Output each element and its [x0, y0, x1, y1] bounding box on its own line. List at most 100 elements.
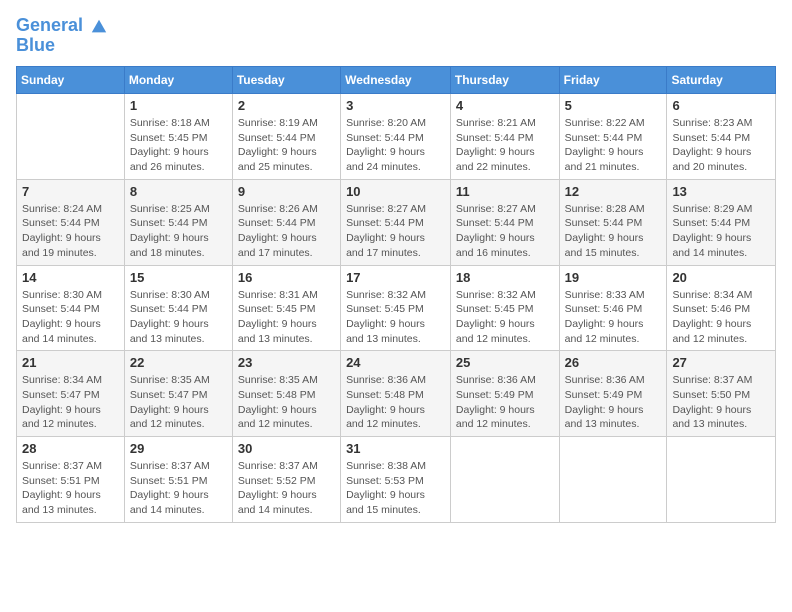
day-number: 8 — [130, 184, 227, 199]
day-info: Sunrise: 8:38 AM Sunset: 5:53 PM Dayligh… — [346, 459, 445, 518]
calendar-cell — [17, 94, 125, 180]
calendar-week-3: 14 Sunrise: 8:30 AM Sunset: 5:44 PM Dayli… — [17, 265, 776, 351]
day-number: 12 — [565, 184, 662, 199]
calendar-header-row: SundayMondayTuesdayWednesdayThursdayFrid… — [17, 67, 776, 94]
day-number: 13 — [672, 184, 770, 199]
calendar-cell: 15 Sunrise: 8:30 AM Sunset: 5:44 PM Dayli… — [124, 265, 232, 351]
day-info: Sunrise: 8:20 AM Sunset: 5:44 PM Dayligh… — [346, 116, 445, 175]
calendar-week-5: 28 Sunrise: 8:37 AM Sunset: 5:51 PM Dayli… — [17, 437, 776, 523]
day-info: Sunrise: 8:27 AM Sunset: 5:44 PM Dayligh… — [346, 202, 445, 261]
day-info: Sunrise: 8:26 AM Sunset: 5:44 PM Dayligh… — [238, 202, 335, 261]
day-info: Sunrise: 8:32 AM Sunset: 5:45 PM Dayligh… — [456, 288, 554, 347]
calendar-cell: 22 Sunrise: 8:35 AM Sunset: 5:47 PM Dayli… — [124, 351, 232, 437]
calendar-cell: 26Sunrise: 8:36 AM Sunset: 5:49 PM Dayli… — [559, 351, 667, 437]
day-number: 3 — [346, 98, 445, 113]
day-number: 7 — [22, 184, 119, 199]
calendar-cell — [667, 437, 776, 523]
day-number: 28 — [22, 441, 119, 456]
day-info: Sunrise: 8:34 AM Sunset: 5:46 PM Dayligh… — [672, 288, 770, 347]
day-number: 30 — [238, 441, 335, 456]
day-info: Sunrise: 8:29 AM Sunset: 5:44 PM Dayligh… — [672, 202, 770, 261]
calendar-cell: 31 Sunrise: 8:38 AM Sunset: 5:53 PM Dayli… — [341, 437, 451, 523]
day-info: Sunrise: 8:36 AM Sunset: 5:49 PM Dayligh… — [456, 373, 554, 432]
calendar-week-2: 7 Sunrise: 8:24 AM Sunset: 5:44 PM Daylig… — [17, 179, 776, 265]
calendar-cell: 30 Sunrise: 8:37 AM Sunset: 5:52 PM Dayli… — [232, 437, 340, 523]
day-number: 5 — [565, 98, 662, 113]
logo-text-blue: Blue — [16, 36, 108, 56]
day-number: 21 — [22, 355, 119, 370]
day-number: 23 — [238, 355, 335, 370]
calendar-cell — [559, 437, 667, 523]
day-info: Sunrise: 8:33 AM Sunset: 5:46 PM Dayligh… — [565, 288, 662, 347]
day-number: 14 — [22, 270, 119, 285]
day-info: Sunrise: 8:34 AM Sunset: 5:47 PM Dayligh… — [22, 373, 119, 432]
day-info: Sunrise: 8:35 AM Sunset: 5:47 PM Dayligh… — [130, 373, 227, 432]
calendar-cell: 6 Sunrise: 8:23 AM Sunset: 5:44 PM Daylig… — [667, 94, 776, 180]
column-header-saturday: Saturday — [667, 67, 776, 94]
calendar-body: 1 Sunrise: 8:18 AM Sunset: 5:45 PM Daylig… — [17, 94, 776, 523]
day-info: Sunrise: 8:30 AM Sunset: 5:44 PM Dayligh… — [130, 288, 227, 347]
day-info: Sunrise: 8:37 AM Sunset: 5:51 PM Dayligh… — [130, 459, 227, 518]
day-number: 20 — [672, 270, 770, 285]
column-header-thursday: Thursday — [450, 67, 559, 94]
day-number: 4 — [456, 98, 554, 113]
calendar-cell: 3 Sunrise: 8:20 AM Sunset: 5:44 PM Daylig… — [341, 94, 451, 180]
day-number: 25 — [456, 355, 554, 370]
day-number: 15 — [130, 270, 227, 285]
day-number: 6 — [672, 98, 770, 113]
day-info: Sunrise: 8:27 AM Sunset: 5:44 PM Dayligh… — [456, 202, 554, 261]
calendar-cell: 5 Sunrise: 8:22 AM Sunset: 5:44 PM Daylig… — [559, 94, 667, 180]
page-container: General Blue SundayMondayTuesdayWednesda… — [16, 16, 776, 523]
calendar-cell: 7 Sunrise: 8:24 AM Sunset: 5:44 PM Daylig… — [17, 179, 125, 265]
day-info: Sunrise: 8:22 AM Sunset: 5:44 PM Dayligh… — [565, 116, 662, 175]
day-number: 9 — [238, 184, 335, 199]
column-header-sunday: Sunday — [17, 67, 125, 94]
calendar-cell: 24Sunrise: 8:36 AM Sunset: 5:48 PM Dayli… — [341, 351, 451, 437]
day-info: Sunrise: 8:35 AM Sunset: 5:48 PM Dayligh… — [238, 373, 335, 432]
day-number: 22 — [130, 355, 227, 370]
column-header-wednesday: Wednesday — [341, 67, 451, 94]
day-info: Sunrise: 8:28 AM Sunset: 5:44 PM Dayligh… — [565, 202, 662, 261]
day-number: 29 — [130, 441, 227, 456]
calendar-cell: 20 Sunrise: 8:34 AM Sunset: 5:46 PM Dayli… — [667, 265, 776, 351]
day-info: Sunrise: 8:24 AM Sunset: 5:44 PM Dayligh… — [22, 202, 119, 261]
logo-text: General — [16, 16, 108, 36]
column-header-monday: Monday — [124, 67, 232, 94]
day-info: Sunrise: 8:36 AM Sunset: 5:48 PM Dayligh… — [346, 373, 445, 432]
calendar-cell: 17Sunrise: 8:32 AM Sunset: 5:45 PM Dayli… — [341, 265, 451, 351]
day-number: 19 — [565, 270, 662, 285]
day-number: 26 — [565, 355, 662, 370]
day-info: Sunrise: 8:19 AM Sunset: 5:44 PM Dayligh… — [238, 116, 335, 175]
calendar-cell — [450, 437, 559, 523]
calendar-cell: 19 Sunrise: 8:33 AM Sunset: 5:46 PM Dayli… — [559, 265, 667, 351]
day-info: Sunrise: 8:32 AM Sunset: 5:45 PM Dayligh… — [346, 288, 445, 347]
calendar-cell: 18 Sunrise: 8:32 AM Sunset: 5:45 PM Dayli… — [450, 265, 559, 351]
calendar-cell: 8 Sunrise: 8:25 AM Sunset: 5:44 PM Daylig… — [124, 179, 232, 265]
day-info: Sunrise: 8:37 AM Sunset: 5:52 PM Dayligh… — [238, 459, 335, 518]
calendar-cell: 21 Sunrise: 8:34 AM Sunset: 5:47 PM Dayli… — [17, 351, 125, 437]
calendar-cell: 10 Sunrise: 8:27 AM Sunset: 5:44 PM Dayli… — [341, 179, 451, 265]
column-header-tuesday: Tuesday — [232, 67, 340, 94]
day-number: 31 — [346, 441, 445, 456]
calendar-cell: 13 Sunrise: 8:29 AM Sunset: 5:44 PM Dayli… — [667, 179, 776, 265]
calendar-cell: 27Sunrise: 8:37 AM Sunset: 5:50 PM Dayli… — [667, 351, 776, 437]
calendar-cell: 16 Sunrise: 8:31 AM Sunset: 5:45 PM Dayli… — [232, 265, 340, 351]
calendar-cell: 25 Sunrise: 8:36 AM Sunset: 5:49 PM Dayli… — [450, 351, 559, 437]
logo: General Blue — [16, 16, 108, 56]
day-info: Sunrise: 8:23 AM Sunset: 5:44 PM Dayligh… — [672, 116, 770, 175]
calendar-table: SundayMondayTuesdayWednesdayThursdayFrid… — [16, 66, 776, 523]
day-number: 18 — [456, 270, 554, 285]
day-number: 2 — [238, 98, 335, 113]
day-info: Sunrise: 8:18 AM Sunset: 5:45 PM Dayligh… — [130, 116, 227, 175]
day-number: 10 — [346, 184, 445, 199]
day-info: Sunrise: 8:31 AM Sunset: 5:45 PM Dayligh… — [238, 288, 335, 347]
day-number: 16 — [238, 270, 335, 285]
calendar-week-4: 21 Sunrise: 8:34 AM Sunset: 5:47 PM Dayli… — [17, 351, 776, 437]
day-number: 11 — [456, 184, 554, 199]
day-info: Sunrise: 8:30 AM Sunset: 5:44 PM Dayligh… — [22, 288, 119, 347]
day-number: 1 — [130, 98, 227, 113]
calendar-cell: 4 Sunrise: 8:21 AM Sunset: 5:44 PM Daylig… — [450, 94, 559, 180]
day-info: Sunrise: 8:21 AM Sunset: 5:44 PM Dayligh… — [456, 116, 554, 175]
day-info: Sunrise: 8:37 AM Sunset: 5:50 PM Dayligh… — [672, 373, 770, 432]
day-info: Sunrise: 8:25 AM Sunset: 5:44 PM Dayligh… — [130, 202, 227, 261]
